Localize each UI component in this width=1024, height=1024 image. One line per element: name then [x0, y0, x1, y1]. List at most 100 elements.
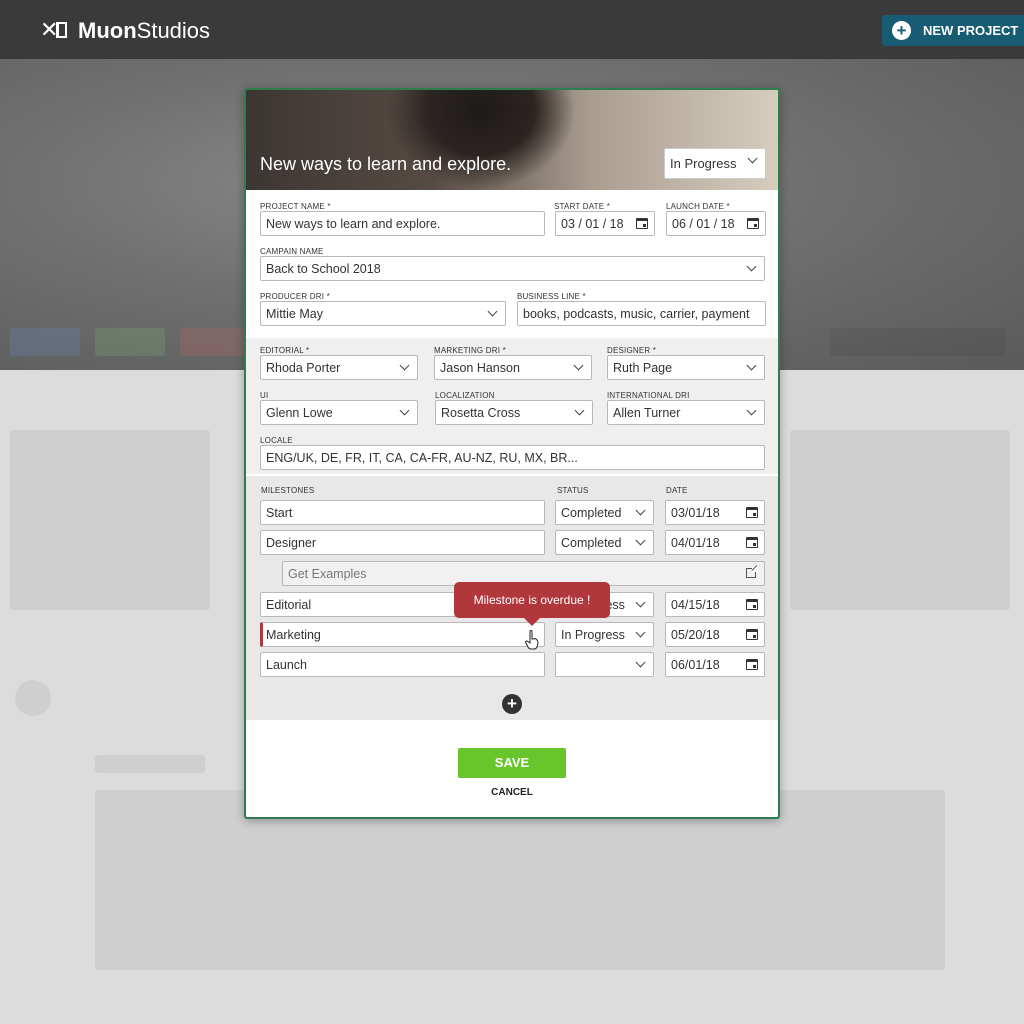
brand-name-bold: Muon	[78, 18, 137, 43]
launch-date-label: LAUNCH DATE *	[666, 202, 730, 211]
milestone-name-value: Marketing	[266, 628, 321, 642]
milestone-date-input[interactable]: 05/20/18	[665, 622, 765, 647]
plus-circle-icon: +	[892, 21, 911, 40]
localization-label: LOCALIZATION	[435, 391, 495, 400]
milestone-name-input[interactable]: Launch	[260, 652, 545, 677]
chevron-down-icon	[574, 405, 585, 416]
chevron-down-icon	[746, 261, 757, 272]
milestone-date-input[interactable]: 06/01/18	[665, 652, 765, 677]
producer-dri-select[interactable]: Mittie May	[260, 301, 506, 326]
editorial-label: EDITORIAL *	[260, 346, 310, 355]
external-link-icon[interactable]	[746, 566, 758, 578]
international-dri-label: INTERNATIONAL DRI	[607, 391, 690, 400]
milestone-date-value: 03/01/18	[671, 506, 720, 520]
overdue-tooltip: Milestone is overdue !	[454, 582, 610, 626]
top-bar: ✕ Muon Studios + NEW PROJECT	[0, 0, 1024, 59]
cancel-button[interactable]: CANCEL	[482, 787, 542, 798]
project-status-value: In Progress	[670, 156, 737, 171]
start-date-label: START DATE *	[554, 202, 611, 211]
hand-cursor-icon	[525, 630, 539, 650]
modal-title: New ways to learn and explore.	[260, 154, 512, 174]
chevron-down-icon	[746, 360, 757, 371]
ui-label: UI	[260, 391, 269, 400]
chevron-down-icon	[635, 627, 646, 638]
locale-input[interactable]: ENG/UK, DE, FR, IT, CA, CA-FR, AU-NZ, RU…	[260, 445, 765, 470]
editorial-value: Rhoda Porter	[266, 361, 341, 375]
milestone-name-input[interactable]: Start	[260, 500, 545, 525]
chevron-down-icon	[635, 597, 646, 608]
milestone-name-value: Designer	[266, 536, 317, 550]
milestone-name-input-overdue[interactable]: Marketing	[260, 622, 545, 647]
milestone-name-input[interactable]: Designer	[260, 530, 545, 555]
start-date-input[interactable]: 03 / 01 / 18	[555, 211, 655, 236]
international-dri-select[interactable]: Allen Turner	[607, 400, 765, 425]
chevron-down-icon	[747, 153, 758, 164]
launch-date-value: 06 / 01 / 18	[672, 217, 735, 231]
ui-select[interactable]: Glenn Lowe	[260, 400, 418, 425]
business-line-input[interactable]: books, podcasts, music, carrier, payment	[517, 301, 766, 326]
international-dri-value: Allen Turner	[613, 406, 681, 420]
business-line-label: BUSINESS LINE *	[517, 292, 586, 301]
project-name-label: PROJECT NAME *	[260, 202, 331, 211]
calendar-icon[interactable]	[747, 218, 759, 229]
get-examples-placeholder: Get Examples	[288, 567, 367, 581]
designer-label: DESIGNER *	[607, 346, 657, 355]
producer-dri-value: Mittie May	[266, 307, 323, 321]
milestones-header: MILESTONES	[261, 486, 315, 495]
project-status-select[interactable]: In Progress	[664, 148, 766, 179]
milestone-name-value: Launch	[266, 658, 308, 672]
chevron-down-icon	[487, 306, 498, 317]
milestone-date-value: 04/15/18	[671, 598, 720, 612]
locale-value: ENG/UK, DE, FR, IT, CA, CA-FR, AU-NZ, RU…	[266, 451, 578, 465]
new-project-label: NEW PROJECT	[923, 23, 1019, 38]
milestone-status-select[interactable]: Completed	[555, 530, 654, 555]
localization-value: Rosetta Cross	[441, 406, 521, 420]
hero-photo	[386, 90, 576, 190]
editorial-select[interactable]: Rhoda Porter	[260, 355, 418, 380]
milestone-date-input[interactable]: 03/01/18	[665, 500, 765, 525]
launch-date-input[interactable]: 06 / 01 / 18	[666, 211, 766, 236]
brand-logo[interactable]: ✕ Muon Studios	[40, 17, 210, 45]
calendar-icon[interactable]	[746, 599, 758, 610]
chevron-down-icon	[399, 405, 410, 416]
calendar-icon[interactable]	[746, 629, 758, 640]
milestone-status-select[interactable]	[555, 652, 654, 677]
start-date-value: 03 / 01 / 18	[561, 217, 624, 231]
designer-value: Ruth Page	[613, 361, 673, 375]
milestone-name-value: Editorial	[266, 598, 312, 612]
brand-name-light: Studios	[136, 18, 211, 43]
add-milestone-button[interactable]: +	[502, 694, 522, 714]
marketing-dri-value: Jason Hanson	[440, 361, 520, 375]
producer-dri-label: PRODUCER DRI *	[260, 292, 330, 301]
marketing-dri-select[interactable]: Jason Hanson	[434, 355, 592, 380]
designer-select[interactable]: Ruth Page	[607, 355, 765, 380]
logo-icon: ✕	[40, 17, 70, 42]
milestone-date-value: 04/01/18	[671, 536, 720, 550]
calendar-icon[interactable]	[746, 507, 758, 518]
locale-label: LOCALE	[260, 436, 293, 445]
calendar-icon[interactable]	[636, 218, 648, 229]
milestone-date-input[interactable]: 04/15/18	[665, 592, 765, 617]
save-button[interactable]: SAVE	[458, 748, 566, 778]
milestone-status-value: Completed	[561, 536, 622, 550]
localization-select[interactable]: Rosetta Cross	[435, 400, 593, 425]
ui-value: Glenn Lowe	[266, 406, 333, 420]
calendar-icon[interactable]	[746, 537, 758, 548]
milestone-name-value: Start	[266, 506, 293, 520]
milestone-status-value: Completed	[561, 506, 622, 520]
project-name-input[interactable]: New ways to learn and explore.	[260, 211, 545, 236]
project-name-value: New ways to learn and explore.	[266, 217, 441, 231]
business-line-value: books, podcasts, music, carrier, payment	[523, 307, 750, 321]
milestone-status-select[interactable]: Completed	[555, 500, 654, 525]
campaign-name-label: CAMPAIN NAME	[260, 247, 324, 256]
milestone-date-input[interactable]: 04/01/18	[665, 530, 765, 555]
milestone-date-value: 05/20/18	[671, 628, 720, 642]
milestone-date-value: 06/01/18	[671, 658, 720, 672]
milestone-status-select[interactable]: In Progress	[555, 622, 654, 647]
campaign-name-select[interactable]: Back to School 2018	[260, 256, 765, 281]
new-project-button[interactable]: + NEW PROJECT	[882, 15, 1024, 46]
date-header: DATE	[666, 486, 688, 495]
chevron-down-icon	[635, 505, 646, 516]
calendar-icon[interactable]	[746, 659, 758, 670]
chevron-down-icon	[635, 657, 646, 668]
